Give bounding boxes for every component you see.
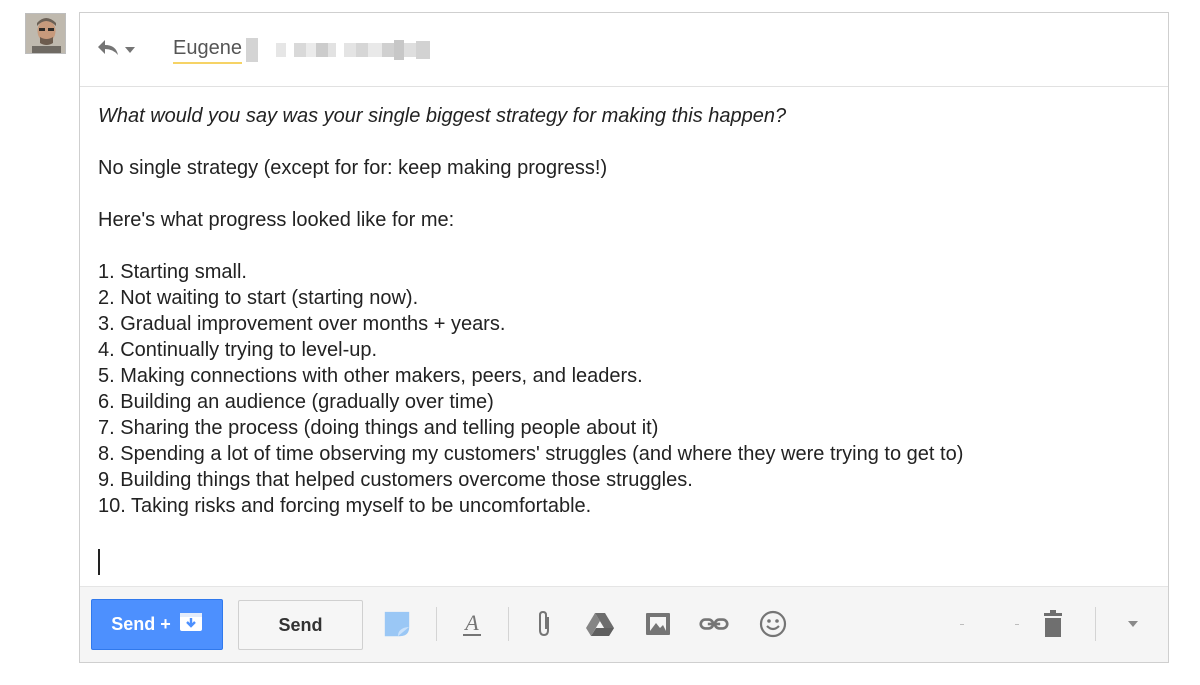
compose-toolbar: Send + Send A — [80, 586, 1168, 662]
redacted-email — [245, 37, 430, 63]
emoji-icon[interactable] — [758, 609, 788, 639]
chevron-down-icon — [124, 41, 136, 59]
list-item: 2. Not waiting to start (starting now). — [98, 287, 419, 309]
app-icon[interactable] — [382, 609, 412, 639]
send-and-archive-button[interactable]: Send + — [91, 599, 223, 650]
list-item: 5. Making connections with other makers,… — [98, 365, 643, 387]
reply-icon — [96, 37, 120, 62]
reply-composer: Eugene What would you say was your singl… — [79, 12, 1169, 663]
message-body[interactable]: What would you say was your single bigge… — [98, 103, 1158, 519]
svg-text:A: A — [463, 610, 479, 635]
text-cursor — [98, 549, 100, 575]
list-item: 1. Starting small. — [98, 261, 247, 283]
insert-photo-icon[interactable] — [643, 609, 673, 639]
recipient-field[interactable]: Eugene — [173, 35, 430, 64]
quoted-question: What would you say was your single bigge… — [98, 105, 787, 127]
discard-draft-icon[interactable] — [1038, 609, 1068, 639]
sender-avatar — [25, 13, 66, 54]
recipient-name: Eugene — [173, 35, 242, 64]
list-item: 8. Spending a lot of time observing my c… — [98, 443, 964, 465]
archive-icon — [179, 611, 203, 638]
list-item: 7. Sharing the process (doing things and… — [98, 417, 659, 439]
reply-type-dropdown[interactable] — [96, 37, 136, 62]
answer-line: No single strategy (except for for: keep… — [98, 157, 608, 179]
list-item: 4. Continually trying to level-up. — [98, 339, 378, 361]
send-archive-label: Send + — [111, 614, 171, 634]
more-options-icon[interactable] — [1118, 609, 1148, 639]
drive-icon[interactable] — [585, 609, 615, 639]
list-item: 3. Gradual improvement over months + yea… — [98, 313, 506, 335]
attach-icon[interactable] — [529, 609, 559, 639]
send-button[interactable]: Send — [238, 600, 363, 650]
insert-link-icon[interactable] — [699, 609, 729, 639]
list-item: 9. Building things that helped customers… — [98, 469, 693, 491]
send-label: Send — [278, 614, 323, 635]
list-item: 10. Taking risks and forcing myself to b… — [98, 495, 592, 517]
list-item: 6. Building an audience (gradually over … — [98, 391, 494, 413]
composer-header: Eugene — [80, 13, 1168, 87]
intro-line: Here's what progress looked like for me: — [98, 209, 455, 231]
formatting-options-icon[interactable]: A — [457, 609, 487, 639]
